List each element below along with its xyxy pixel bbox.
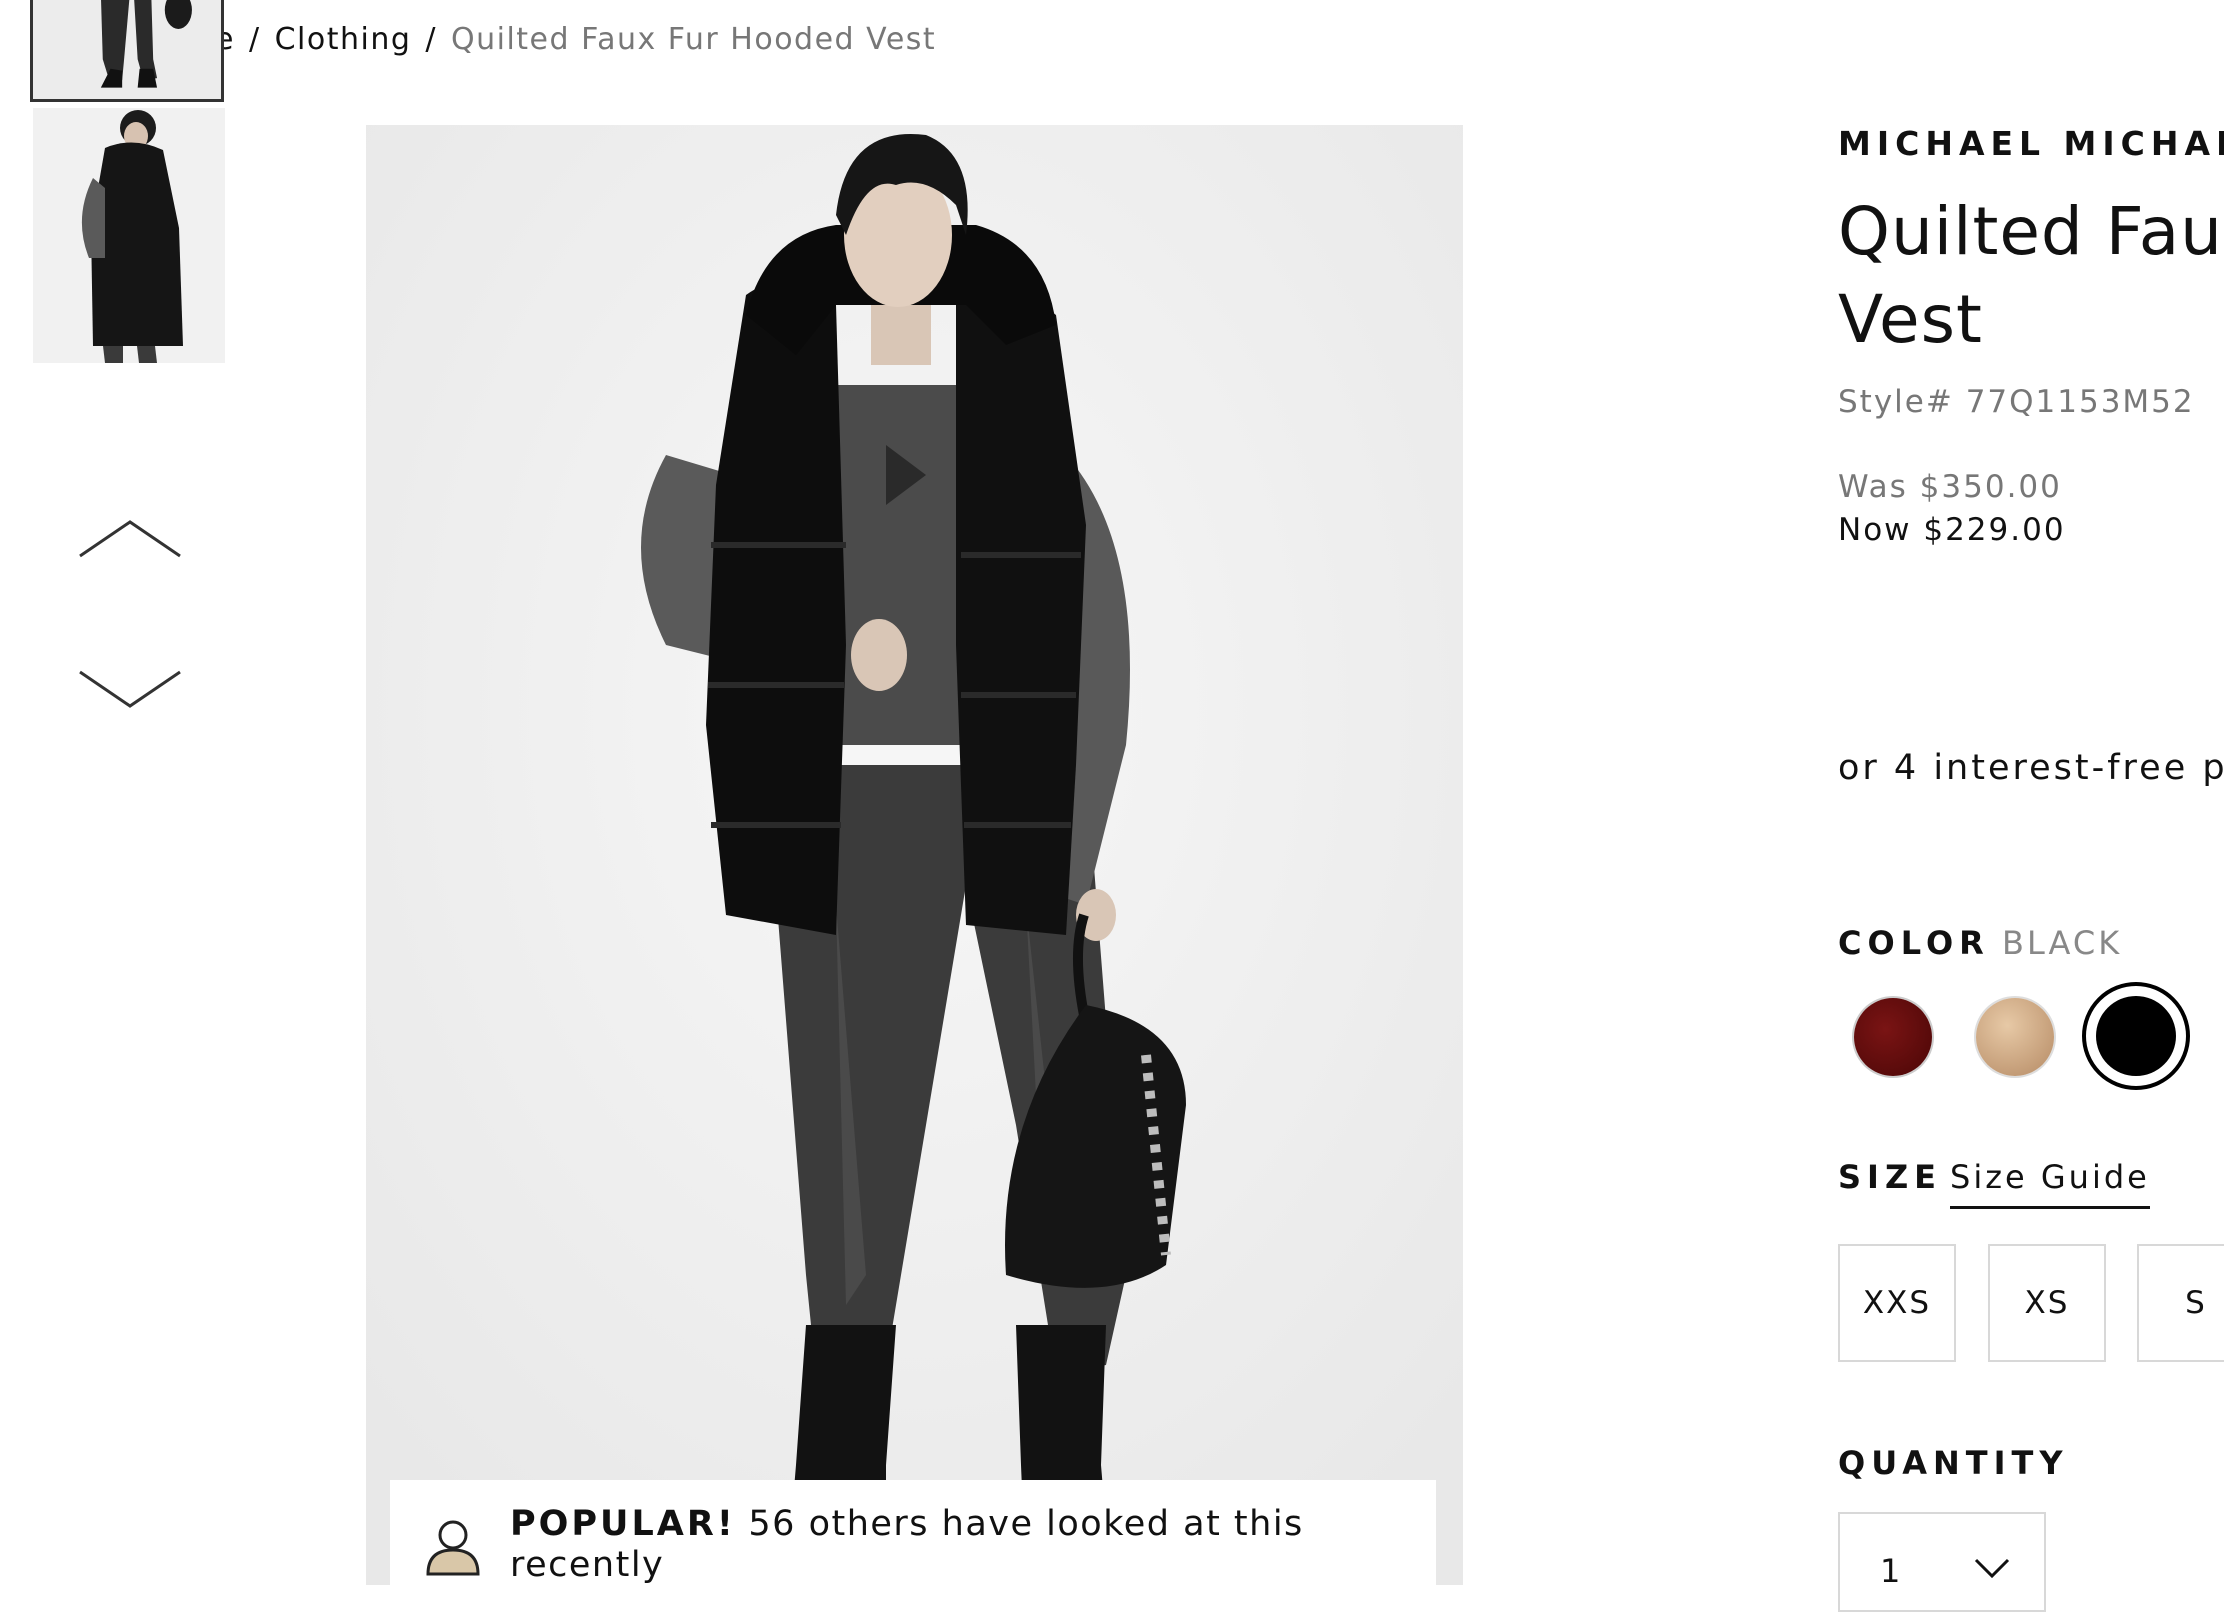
brand-name[interactable]: MICHAEL MICHAEL	[1838, 124, 2224, 163]
color-swatch-red[interactable]	[1854, 998, 1932, 1076]
breadcrumb-current: Quilted Faux Fur Hooded Vest	[451, 22, 937, 57]
popular-badge: POPULAR!	[510, 1504, 736, 1544]
style-number: Style# 77Q1153M52	[1838, 384, 2195, 420]
model-image	[366, 125, 1463, 1585]
user-icon	[426, 1520, 480, 1576]
quantity-select[interactable]: 1	[1838, 1512, 2046, 1612]
selected-color: BLACK	[2002, 924, 2123, 962]
quantity-value: 1	[1880, 1552, 1901, 1590]
thumbnail-image	[33, 0, 221, 99]
color-label: COLOR	[1838, 924, 1990, 962]
product-main-image[interactable]	[366, 125, 1463, 1585]
installments-text: or 4 interest-free p	[1838, 748, 2224, 788]
size-guide-link[interactable]: Size Guide	[1950, 1158, 2150, 1209]
popular-message: POPULAR! 56 others have looked at this r…	[510, 1504, 1436, 1586]
breadcrumb-separator: /	[248, 22, 261, 57]
product-title: Quilted Fau Vest	[1838, 188, 2224, 364]
popular-banner: POPULAR! 56 others have looked at this r…	[390, 1480, 1436, 1585]
quantity-label: QUANTITY	[1838, 1444, 2069, 1482]
breadcrumb-separator: /	[425, 22, 437, 57]
chevron-down-icon	[1974, 1558, 2010, 1578]
size-option-s[interactable]: S	[2137, 1244, 2224, 1362]
product-title-line: Quilted Fau	[1838, 193, 2223, 270]
thumbnail-2[interactable]	[33, 108, 225, 363]
now-price: Now $229.00	[1838, 512, 2066, 548]
chevron-down-icon[interactable]	[78, 668, 182, 710]
product-title-line: Vest	[1838, 281, 1983, 358]
thumbnail-image	[33, 108, 225, 363]
size-label: SIZE	[1838, 1158, 1943, 1196]
thumbnail-1[interactable]	[30, 0, 224, 102]
was-price: Was $350.00	[1838, 469, 2062, 505]
chevron-up-icon[interactable]	[78, 518, 182, 560]
breadcrumb: e / Clothing / Quilted Faux Fur Hooded Vest	[215, 22, 936, 57]
size-option-xxs[interactable]: XXS	[1838, 1244, 1956, 1362]
breadcrumb-clothing-link[interactable]: Clothing	[275, 22, 412, 57]
color-swatch-tan[interactable]	[1976, 998, 2054, 1076]
color-swatch-black[interactable]	[2096, 996, 2176, 1076]
size-option-xs[interactable]: XS	[1988, 1244, 2106, 1362]
